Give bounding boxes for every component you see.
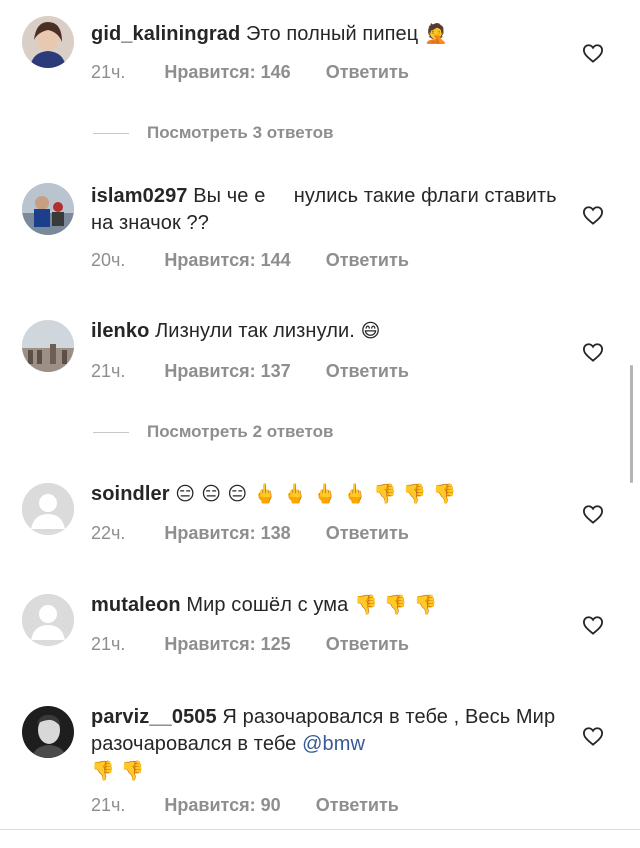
comment-likes[interactable]: Нравится: 137 <box>164 361 290 382</box>
heart-icon[interactable] <box>582 342 604 362</box>
comment-time[interactable]: 21ч. <box>91 795 125 816</box>
smile-emoji: 😄 <box>360 320 381 342</box>
comment-meta: 21ч. Нравится: 146 Ответить <box>91 62 409 83</box>
comment-username[interactable]: islam0297 <box>91 185 188 207</box>
reply-button[interactable]: Ответить <box>326 62 409 83</box>
avatar[interactable] <box>22 183 74 235</box>
comment-meta: 21ч. Нравится: 90 Ответить <box>91 795 399 816</box>
reply-button[interactable]: Ответить <box>326 634 409 655</box>
comment-text: Лизнули так лизнули. <box>155 320 355 342</box>
comment-time[interactable]: 20ч. <box>91 250 125 271</box>
avatar[interactable] <box>22 320 74 372</box>
comment-body: ilenko Лизнули так лизнули. 😄 <box>91 318 571 345</box>
comment-likes[interactable]: Нравится: 125 <box>164 634 290 655</box>
avatar[interactable] <box>22 16 74 68</box>
comment-username[interactable]: mutaleon <box>91 594 181 616</box>
facepalm-emoji: 🤦 <box>424 23 448 45</box>
thumbs-down-emoji: 👎 👎 👎 <box>354 594 438 616</box>
heart-icon[interactable] <box>582 615 604 635</box>
comment-likes[interactable]: Нравится: 146 <box>164 62 290 83</box>
comment-meta: 21ч. Нравится: 125 Ответить <box>91 634 409 655</box>
view-replies-label: Посмотреть 3 ответов <box>147 123 334 142</box>
default-avatar-icon[interactable] <box>22 483 74 535</box>
heart-icon[interactable] <box>582 504 604 524</box>
view-replies-label: Посмотреть 2 ответов <box>147 422 334 441</box>
comment-meta: 20ч. Нравится: 144 Ответить <box>91 250 409 271</box>
emoji-row: 😑 😑 😑 🖕 🖕 🖕 🖕 👎 👎 👎 <box>175 483 457 505</box>
comment-username[interactable]: soindler <box>91 483 170 505</box>
reply-button[interactable]: Ответить <box>316 795 399 816</box>
avatar[interactable] <box>22 706 74 758</box>
comment-time[interactable]: 21ч. <box>91 62 125 83</box>
heart-icon[interactable] <box>582 726 604 746</box>
view-replies-button[interactable]: Посмотреть 3 ответов <box>93 123 333 143</box>
comment-meta: 21ч. Нравится: 137 Ответить <box>91 361 409 382</box>
view-replies-button[interactable]: Посмотреть 2 ответов <box>93 422 333 442</box>
comment-text: Это полный пипец <box>245 23 419 45</box>
default-avatar-icon[interactable] <box>22 594 74 646</box>
comment-time[interactable]: 21ч. <box>91 361 125 382</box>
comment-likes[interactable]: Нравится: 144 <box>164 250 290 271</box>
comment-body: islam0297 Вы че е нулись такие флаги ста… <box>91 183 571 237</box>
reply-button[interactable]: Ответить <box>326 361 409 382</box>
comment-text: Мир сошёл с ума <box>186 594 349 616</box>
comment-likes[interactable]: Нравится: 138 <box>164 523 290 544</box>
comment-username[interactable]: ilenko <box>91 320 149 342</box>
heart-icon[interactable] <box>582 43 604 63</box>
comment-meta: 22ч. Нравится: 138 Ответить <box>91 523 409 544</box>
comment-body: gid_kaliningrad Это полный пипец 🤦 <box>91 21 571 48</box>
reply-button[interactable]: Ответить <box>326 523 409 544</box>
comment-body: parviz__0505 Я разочаровался в тебе , Ве… <box>91 704 571 785</box>
bottom-divider <box>0 829 640 830</box>
divider-line <box>93 133 129 135</box>
comment-body: mutaleon Мир сошёл с ума 👎 👎 👎 <box>91 592 571 619</box>
comment-likes[interactable]: Нравится: 90 <box>164 795 280 816</box>
thumbs-down-emoji: 👎 👎 <box>91 760 145 782</box>
divider-line <box>93 432 129 434</box>
comment-time[interactable]: 22ч. <box>91 523 125 544</box>
comment-time[interactable]: 21ч. <box>91 634 125 655</box>
comment-username[interactable]: parviz__0505 <box>91 706 217 728</box>
reply-button[interactable]: Ответить <box>326 250 409 271</box>
scrollbar[interactable] <box>630 365 633 483</box>
heart-icon[interactable] <box>582 205 604 225</box>
comment-body: soindler 😑 😑 😑 🖕 🖕 🖕 🖕 👎 👎 👎 <box>91 481 571 508</box>
comment-username[interactable]: gid_kaliningrad <box>91 23 240 45</box>
mention-link[interactable]: @bmw <box>302 733 365 755</box>
